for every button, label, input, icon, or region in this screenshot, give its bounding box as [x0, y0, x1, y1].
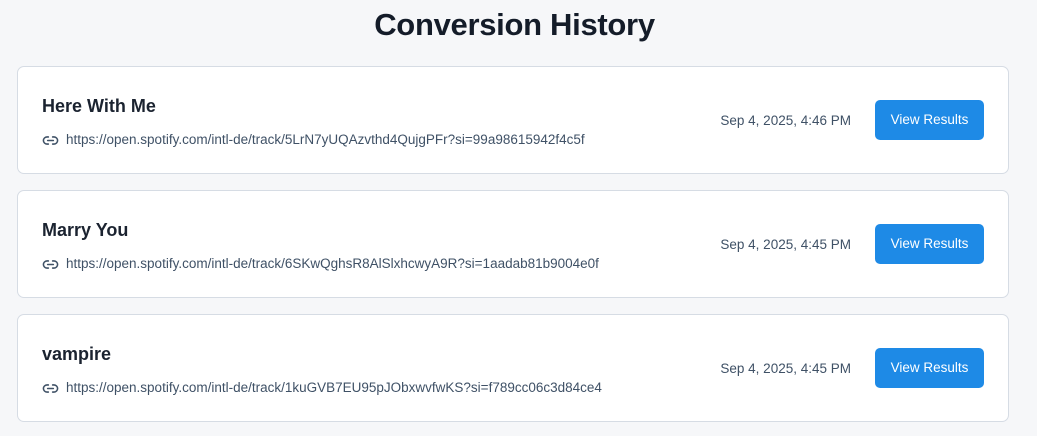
track-title: Marry You [42, 220, 129, 240]
track-url-link[interactable]: https://open.spotify.com/intl-de/track/5… [66, 130, 585, 150]
history-card: vampire https://open.spotify.com/intl-de… [17, 314, 1009, 422]
track-link-row: https://open.spotify.com/intl-de/track/1… [42, 378, 602, 398]
history-card: Here With Me https://open.spotify.com/in… [17, 66, 1009, 174]
history-card: Marry You https://open.spotify.com/intl-… [17, 190, 1009, 298]
view-results-button[interactable]: View Results [875, 100, 984, 140]
track-title: Here With Me [42, 96, 156, 116]
track-url-link[interactable]: https://open.spotify.com/intl-de/track/6… [66, 254, 599, 274]
view-results-button[interactable]: View Results [875, 348, 984, 388]
track-link-row: https://open.spotify.com/intl-de/track/6… [42, 254, 599, 274]
history-list: Here With Me https://open.spotify.com/in… [17, 66, 1009, 436]
track-link-row: https://open.spotify.com/intl-de/track/5… [42, 130, 585, 150]
link-icon [42, 256, 59, 273]
page-title: Conversion History [374, 7, 655, 42]
link-icon [42, 132, 59, 149]
conversion-date: Sep 4, 2025, 4:45 PM [720, 237, 851, 252]
link-icon [42, 380, 59, 397]
conversion-history-page: Conversion History Here With Me https://… [0, 0, 1037, 436]
conversion-date: Sep 4, 2025, 4:45 PM [720, 361, 851, 376]
conversion-date: Sep 4, 2025, 4:46 PM [720, 113, 851, 128]
view-results-button[interactable]: View Results [875, 224, 984, 264]
track-title: vampire [42, 344, 112, 364]
track-url-link[interactable]: https://open.spotify.com/intl-de/track/1… [66, 378, 602, 398]
